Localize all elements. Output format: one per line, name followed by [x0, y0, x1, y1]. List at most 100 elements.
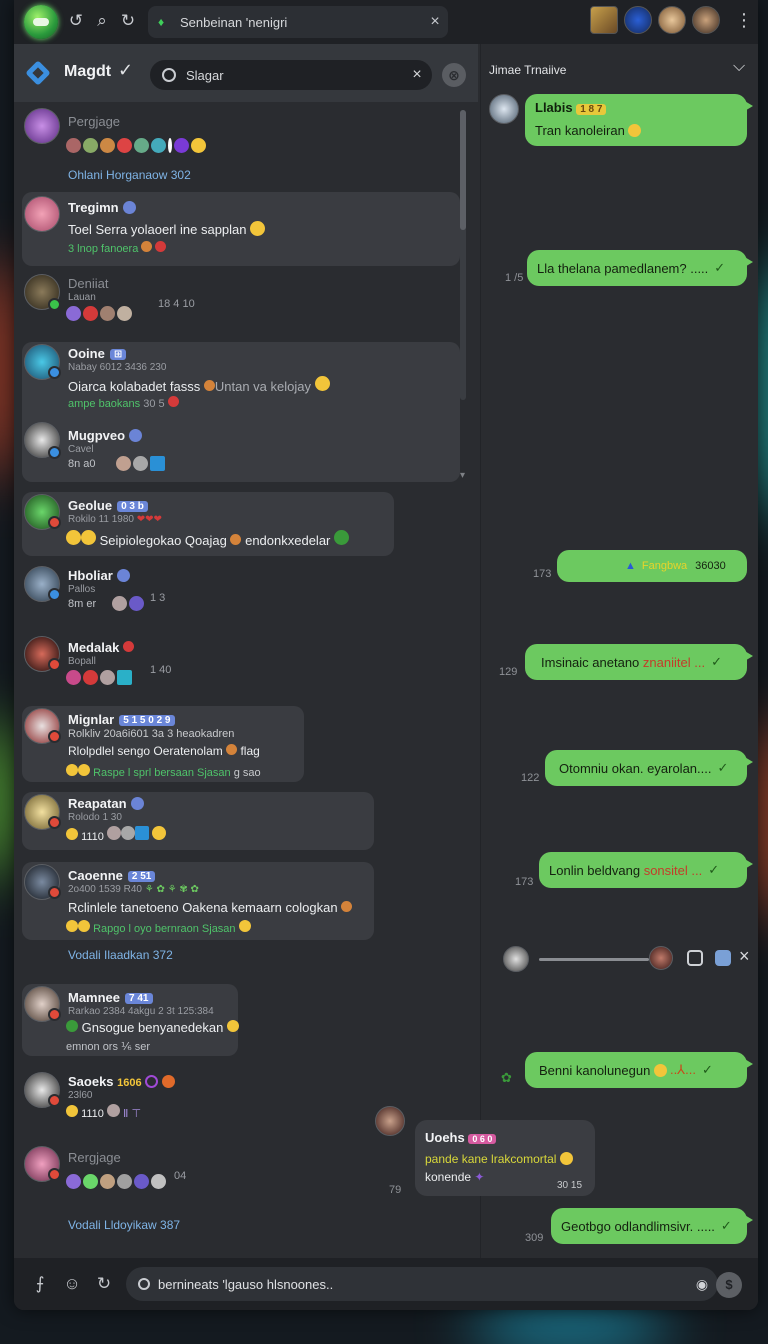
- chat-item[interactable]: Hboliar Pallos 8m er 1 3: [22, 564, 452, 628]
- voice-player[interactable]: ×: [489, 942, 751, 978]
- message-text-2: konende ✦: [425, 1170, 485, 1184]
- message-bubble[interactable]: Lonlin beldvang sonsitel ... ✓: [539, 852, 753, 888]
- chat-list-title: Magdt: [64, 63, 112, 80]
- composer-bar: ⨍ ☺ ↻ bernineats 'lgauso hlsnoones.. ◉ $: [14, 1258, 758, 1310]
- refresh-icon[interactable]: ↻: [116, 9, 140, 33]
- chat-sub: Bopall: [68, 656, 96, 667]
- chat-preview: Toel Serra yolaoerl ine sapplan: [68, 221, 266, 237]
- chat-group-card[interactable]: Ooine ⊞ Nabay 6012 3436 230 Oiarca kolaba…: [22, 342, 460, 482]
- status-badge: [48, 730, 61, 743]
- status-badge: [48, 1168, 61, 1181]
- reaction-row: [66, 1174, 166, 1189]
- chat-count: 1 40: [150, 664, 172, 676]
- send-icon[interactable]: $: [716, 1272, 742, 1298]
- read-tick-icon: ✓: [701, 1062, 713, 1077]
- chat-name: Saoeks 1606: [68, 1074, 175, 1089]
- app-logo-icon[interactable]: [24, 5, 58, 39]
- chat-sub: Rolkliv 20a6i601 3a 3 heaokadren: [68, 728, 235, 740]
- chat-name: Hboliar: [68, 568, 130, 583]
- chat-item[interactable]: Rergjage 04: [22, 1144, 452, 1206]
- avatar[interactable]: [624, 6, 652, 34]
- status-badge: [48, 886, 61, 899]
- chat-subline: Rapgo l oyo bernraon Sjasan: [66, 920, 251, 935]
- message-time: 129: [499, 666, 518, 678]
- chat-item[interactable]: Mamnee 7 41 Rarkao 2384 4akgu 2 3t 125:38…: [22, 984, 239, 1056]
- chat-sub: 2o400 1539 R40 ⚘ ✿ ⚘ ✾ ✿: [68, 884, 199, 895]
- chat-item[interactable]: Geolue 0 3 b Rokilo 11 1980 ❤❤❤ Seipioleg…: [22, 492, 394, 556]
- message-text: Fangbwa: [641, 560, 688, 572]
- avatar[interactable]: [590, 6, 618, 34]
- avatar: [24, 108, 60, 144]
- back-icon[interactable]: ↺: [64, 9, 88, 33]
- chat-item[interactable]: Medalak Bopall 1 40: [22, 634, 452, 698]
- chat-subline: 3 lnop fanoera: [68, 241, 167, 255]
- camera-icon[interactable]: [687, 950, 703, 966]
- text-format-icon[interactable]: ⨍: [28, 1272, 52, 1296]
- chat-item[interactable]: Reapatan Rolodo 1 30 1110: [22, 792, 374, 850]
- scrollbar[interactable]: [460, 110, 466, 400]
- chat-sub: Lauan: [68, 292, 96, 303]
- message-text: Otomniu okan. eyarolan....: [559, 760, 712, 776]
- scroll-down-icon[interactable]: ▾: [460, 470, 465, 481]
- chat-name: Rergjage: [68, 1150, 121, 1165]
- search-icon[interactable]: ⌕: [90, 9, 114, 33]
- conversation-panel: Jimae Trnaiive ⌵ Llabis 1 8 7 Tran kanol…: [375, 44, 758, 1258]
- chat-name: Reapatan: [68, 796, 144, 811]
- reaction-row: [66, 138, 206, 153]
- search-input[interactable]: Slagar ×: [150, 60, 432, 90]
- tab-close-icon[interactable]: ×: [422, 13, 448, 31]
- chat-preview: Rclinlele tanetoeno Oakena kemaarn colog…: [68, 900, 353, 915]
- message-input[interactable]: bernineats 'lgauso hlsnoones.. ◉: [126, 1267, 718, 1301]
- section-label: Vodali Lldoyikaw 387: [68, 1218, 181, 1232]
- browser-tab[interactable]: ♦ Senbeinan 'nenigri ×: [148, 6, 448, 38]
- clear-search-icon[interactable]: ×: [402, 66, 432, 84]
- sticker-icon[interactable]: ◉: [686, 1276, 718, 1293]
- chat-sub: Rarkao 2384 4akgu 2 3t 125:384: [68, 1006, 214, 1017]
- title-bar: ↺ ⌕ ↻ ♦ Senbeinan 'nenigri × ⋮: [14, 0, 758, 44]
- chat-item[interactable]: Tregimn Toel Serra yolaoerl ine sapplan …: [22, 192, 460, 266]
- message-bubble[interactable]: Otomniu okan. eyarolan.... ✓: [545, 750, 753, 786]
- close-icon[interactable]: ×: [739, 946, 750, 967]
- message-bubble[interactable]: Lla thelana pamedlanem? ..... ✓: [527, 250, 753, 286]
- avatar[interactable]: [658, 6, 686, 34]
- verified-badge: [48, 446, 61, 459]
- chat-sub: Cavel: [68, 444, 94, 455]
- more-options-icon[interactable]: ⋮: [734, 10, 754, 34]
- message-bubble[interactable]: ▲ Fangbwa 36030: [557, 550, 747, 582]
- chat-item[interactable]: Deniiat Lauan 18 4 10: [22, 272, 452, 332]
- message-bubble[interactable]: Uoehs 0 6 0 pande kane lrakcomortal kone…: [415, 1120, 595, 1196]
- chat-preview: Oiarca kolabadet fasss Untan va kelojay: [68, 376, 330, 394]
- message-extra: 36030: [695, 560, 726, 572]
- message-text: Imsinaic anetano: [541, 654, 640, 670]
- scrollbar-thumb[interactable]: [460, 110, 466, 230]
- voice-progress-track[interactable]: [539, 958, 649, 961]
- chat-item[interactable]: Pergjage: [22, 106, 452, 166]
- workspace-icon[interactable]: [25, 60, 51, 86]
- avatar[interactable]: [692, 6, 720, 34]
- sticker-icon[interactable]: [715, 950, 731, 966]
- chat-name: Deniiat: [68, 276, 109, 291]
- online-badge: [48, 298, 61, 311]
- chat-sub: 23l60: [68, 1090, 93, 1101]
- avatar: [24, 196, 60, 232]
- filter-icon[interactable]: ⊗: [442, 63, 466, 87]
- refresh-icon[interactable]: ↻: [92, 1272, 116, 1296]
- chat-count: 04: [174, 1170, 187, 1182]
- message-bubble[interactable]: Benni kanolunegun ..⅄... ✓: [525, 1052, 753, 1088]
- chat-item[interactable]: Mignlar 5 1 5 0 2 9 Rolkliv 20a6i601 3a 3…: [22, 706, 304, 782]
- section-label: Vodali Ilaadkan 372: [68, 948, 173, 962]
- chat-item[interactable]: Caoenne 2 51 2o400 1539 R40 ⚘ ✿ ⚘ ✾ ✿ Rcl…: [22, 862, 374, 940]
- chat-footnote: emnon ors ⅙ ser: [66, 1041, 151, 1053]
- tab-title: Senbeinan 'nenigri: [180, 14, 288, 30]
- compose-icon[interactable]: ✓: [118, 60, 142, 84]
- message-bubble[interactable]: Geotbgo odlandlimsivr. ..... ✓: [551, 1208, 753, 1244]
- message-time: 309: [525, 1232, 544, 1244]
- status-badge: [48, 658, 61, 671]
- chat-count: 1 3: [150, 592, 166, 604]
- chat-name: Mamnee 7 41: [68, 990, 153, 1005]
- chevron-down-icon[interactable]: ⌵: [733, 58, 751, 76]
- emoji-icon[interactable]: ☺: [60, 1272, 84, 1296]
- message-bubble[interactable]: Imsinaic anetano znaniitel ... ✓: [525, 644, 753, 680]
- message-bubble[interactable]: Llabis 1 8 7 Tran kanoleiran: [525, 94, 753, 146]
- chat-count: 18 4 10: [158, 298, 195, 310]
